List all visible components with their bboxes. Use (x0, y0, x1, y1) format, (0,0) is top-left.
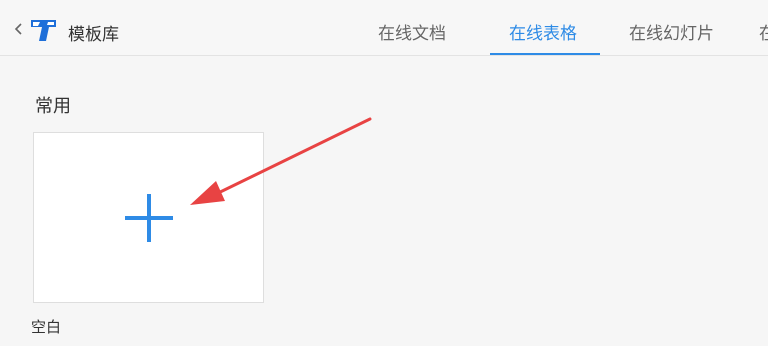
blank-template-card[interactable] (33, 132, 264, 303)
plus-icon (125, 194, 173, 242)
top-bar: 模板库 在线文档 在线表格 在线幻灯片 在 (0, 0, 768, 56)
tab-online-slides[interactable]: 在线幻灯片 (629, 19, 714, 44)
tencent-docs-logo-icon (30, 17, 58, 43)
tab-truncated[interactable]: 在 (759, 19, 768, 44)
tab-online-docs[interactable]: 在线文档 (378, 19, 446, 44)
blank-template-label: 空白 (31, 318, 62, 336)
section-title: 常用 (35, 96, 71, 117)
active-tab-indicator (490, 53, 600, 55)
chevron-left-icon[interactable] (14, 22, 24, 36)
tab-online-sheets[interactable]: 在线表格 (509, 19, 577, 44)
app-title: 模板库 (68, 25, 119, 45)
